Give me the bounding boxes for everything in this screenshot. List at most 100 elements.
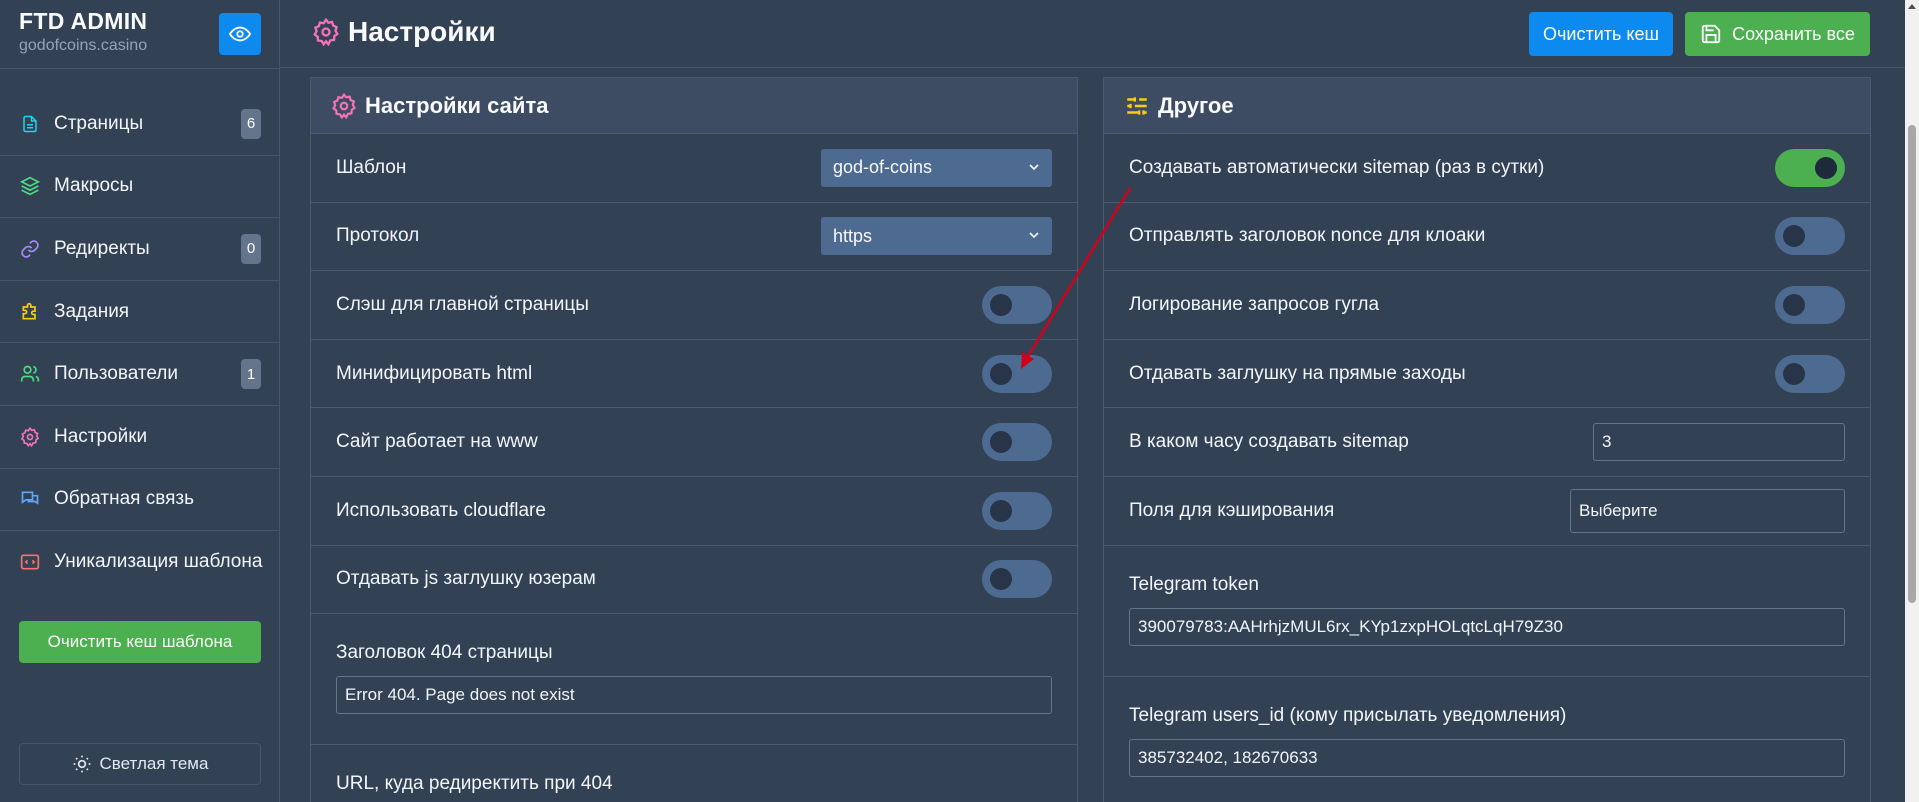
- sun-icon: [73, 755, 90, 773]
- puzzle-icon: [20, 302, 40, 322]
- clear-template-cache-button[interactable]: Очистить кеш шаблона: [19, 621, 261, 663]
- page-scrollbar[interactable]: [1905, 0, 1919, 802]
- panel-header: Другое: [1104, 78, 1870, 134]
- brand: FTD ADMIN godofcoins.casino: [19, 8, 147, 55]
- protocol-select[interactable]: https: [821, 217, 1052, 256]
- page-title: Настройки: [348, 16, 496, 47]
- toggle-row-slash: Слэш для главной страницы: [311, 271, 1077, 340]
- sidebar-item-label: Уникализация шаблона: [54, 551, 263, 573]
- sidebar-item-feedback[interactable]: Обратная связь: [0, 469, 280, 532]
- telegram-users-label: Telegram users_id (кому присылать уведом…: [1129, 704, 1567, 726]
- panel-header: Настройки сайта: [311, 78, 1077, 134]
- sitemap-hour-label: В каком часу создавать sitemap: [1129, 431, 1409, 453]
- toggle-row-js-stub: Отдавать js заглушку юзерам: [311, 546, 1077, 615]
- google-logging-toggle[interactable]: [1775, 285, 1845, 324]
- panel-title: Настройки сайта: [365, 92, 549, 118]
- save-all-label: Сохранить все: [1732, 23, 1855, 44]
- view-site-button[interactable]: [219, 13, 261, 55]
- toggle-knob: [1783, 293, 1805, 316]
- sidebar-item-tasks[interactable]: Задания: [0, 281, 280, 344]
- sidebar-item-label: Пользователи: [54, 363, 179, 385]
- sidebar-item-template-unique[interactable]: Уникализация шаблона: [0, 531, 280, 594]
- redirect-404-row: URL, куда редиректить при 404: [311, 745, 1077, 802]
- toggle-knob: [1815, 156, 1837, 179]
- gear-icon: [332, 92, 356, 119]
- js-stub-toggle[interactable]: [982, 560, 1052, 599]
- toggle-label: Использовать cloudflare: [336, 499, 546, 521]
- toggle-row-www: Сайт работает на www: [311, 408, 1077, 477]
- www-toggle[interactable]: [982, 423, 1052, 462]
- layers-icon: [20, 176, 40, 196]
- cache-fields-row: Поля для кэширования Выберите: [1104, 477, 1870, 546]
- count-badge: 0: [241, 233, 261, 264]
- minify-html-toggle[interactable]: [982, 354, 1052, 393]
- sitemap-hour-row: В каком часу создавать sitemap 3: [1104, 408, 1870, 477]
- template-select[interactable]: god-of-coins: [821, 148, 1052, 187]
- scroll-up-arrow-icon[interactable]: [1908, 4, 1916, 9]
- toggle-label: Логирование запросов гугла: [1129, 293, 1380, 315]
- telegram-token-input[interactable]: 390079783:AAHrhjzMUL6rx_KYp1zxpHOLqtcLqH…: [1129, 607, 1845, 646]
- slash-toggle[interactable]: [982, 285, 1052, 324]
- users-icon: [20, 364, 40, 384]
- toggle-knob: [990, 431, 1012, 454]
- protocol-label: Протокол: [336, 225, 420, 247]
- clear-cache-button[interactable]: Очистить кеш: [1529, 12, 1673, 56]
- other-settings-panel: Другое Создавать автоматически sitemap (…: [1103, 77, 1871, 802]
- sitemap-hour-input[interactable]: 3: [1593, 423, 1845, 462]
- theme-toggle-button[interactable]: Светлая тема: [19, 743, 261, 785]
- toggle-label: Минифицировать html: [336, 362, 533, 384]
- sidebar-item-redirects[interactable]: Редиректы 0: [0, 218, 280, 281]
- toggle-row-direct-stub: Отдавать заглушку на прямые заходы: [1104, 340, 1870, 409]
- toggle-knob: [990, 362, 1012, 385]
- sidebar-item-users[interactable]: Пользователи 1: [0, 343, 280, 406]
- toggle-knob: [990, 499, 1012, 522]
- protocol-row: Протокол https: [311, 203, 1077, 272]
- redirect-404-label: URL, куда редиректить при 404: [336, 773, 613, 795]
- count-badge: 1: [241, 359, 261, 390]
- save-all-button[interactable]: Сохранить все: [1685, 12, 1870, 56]
- cloudflare-toggle[interactable]: [982, 491, 1052, 530]
- cache-fields-select[interactable]: Выберите: [1570, 488, 1845, 533]
- title-404-input[interactable]: Error 404. Page does not exist: [336, 676, 1052, 715]
- template-row: Шаблон god-of-coins: [311, 134, 1077, 203]
- sidebar-item-label: Макросы: [54, 175, 134, 197]
- telegram-users-row: Telegram users_id (кому присылать уведом…: [1104, 677, 1870, 802]
- toggle-row-minify: Минифицировать html: [311, 340, 1077, 409]
- sidebar-item-label: Редиректы: [54, 237, 150, 259]
- toggle-row-google-log: Логирование запросов гугла: [1104, 271, 1870, 340]
- toggle-label: Отдавать js заглушку юзерам: [336, 568, 596, 590]
- sliders-icon: [1127, 96, 1147, 115]
- toggle-label: Сайт работает на www: [336, 431, 538, 453]
- site-settings-panel: Настройки сайта Шаблон god-of-coins Прот…: [310, 77, 1078, 802]
- sidebar-item-pages[interactable]: Страницы 6: [0, 93, 280, 156]
- eye-icon: [229, 26, 251, 42]
- direct-stub-toggle[interactable]: [1775, 354, 1845, 393]
- cache-fields-label: Поля для кэширования: [1129, 499, 1335, 521]
- gear-icon: [313, 18, 339, 46]
- sidebar-item-settings[interactable]: Настройки: [0, 406, 280, 469]
- save-icon: [1701, 24, 1721, 44]
- template-label: Шаблон: [336, 156, 407, 178]
- telegram-users-input[interactable]: 385732402, 182670633: [1129, 738, 1845, 777]
- gear-icon: [20, 426, 40, 447]
- title-404-row: Заголовок 404 страницы Error 404. Page d…: [311, 614, 1077, 746]
- nonce-header-toggle[interactable]: [1775, 217, 1845, 256]
- title-404-label: Заголовок 404 страницы: [336, 642, 553, 664]
- brand-subtitle: godofcoins.casino: [19, 37, 148, 54]
- sidebar-item-macros[interactable]: Макросы: [0, 156, 280, 219]
- toggle-label: Отправлять заголовок nonce для клоаки: [1129, 225, 1486, 247]
- scroll-thumb[interactable]: [1908, 125, 1916, 603]
- toggle-label: Отдавать заглушку на прямые заходы: [1129, 362, 1466, 384]
- sidebar-item-label: Обратная связь: [54, 488, 194, 510]
- toggle-row-nonce: Отправлять заголовок nonce для клоаки: [1104, 203, 1870, 272]
- toggle-knob: [1783, 362, 1805, 385]
- link-icon: [20, 239, 40, 259]
- auto-sitemap-toggle[interactable]: [1775, 148, 1845, 187]
- telegram-token-label: Telegram token: [1129, 573, 1259, 595]
- toggle-row-sitemap: Создавать автоматически sitemap (раз в с…: [1104, 134, 1870, 203]
- sidebar: FTD ADMIN godofcoins.casino Страницы 6 М…: [0, 0, 280, 802]
- telegram-token-row: Telegram token 390079783:AAHrhjzMUL6rx_K…: [1104, 546, 1870, 677]
- toggle-knob: [990, 293, 1012, 316]
- sidebar-item-label: Настройки: [54, 425, 148, 447]
- toggle-knob: [990, 568, 1012, 591]
